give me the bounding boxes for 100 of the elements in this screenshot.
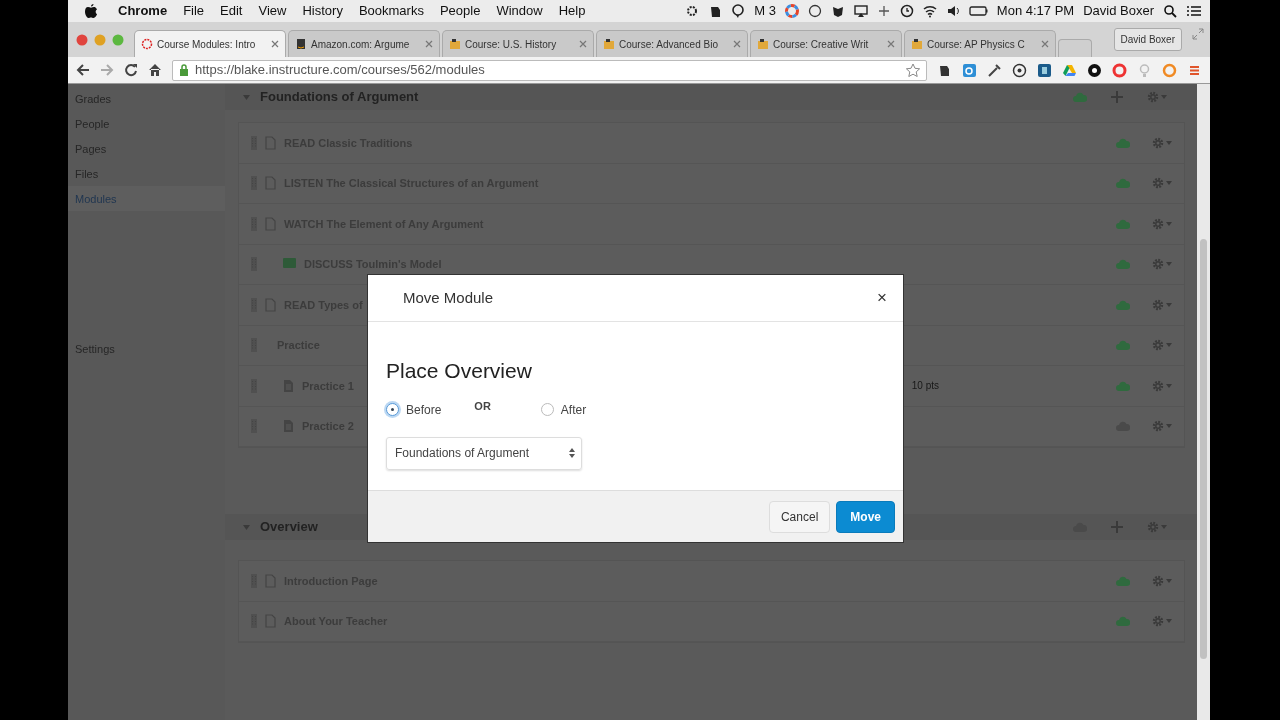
- window-control-icon[interactable]: [76, 33, 88, 46]
- cancel-button[interactable]: Cancel: [768, 500, 831, 533]
- close-button[interactable]: ×: [877, 285, 887, 311]
- airplay-icon[interactable]: [853, 4, 868, 18]
- drag-handle-icon[interactable]: [251, 257, 257, 272]
- move-button[interactable]: Move: [836, 500, 895, 533]
- gear-menu-button[interactable]: [1152, 298, 1172, 311]
- menu-item[interactable]: Edit: [212, 1, 251, 21]
- browser-tab[interactable]: Course: Creative Writ: [750, 30, 902, 57]
- drag-handle-icon[interactable]: [251, 135, 257, 150]
- cloud-icon[interactable]: [1116, 379, 1130, 392]
- close-icon[interactable]: [271, 40, 279, 48]
- menu-item[interactable]: Help: [550, 1, 594, 21]
- menubar-clock[interactable]: Mon 4:17 PM: [996, 1, 1075, 21]
- apple-icon[interactable]: [84, 3, 98, 19]
- gear-menu-button[interactable]: [1152, 420, 1172, 433]
- browser-tab[interactable]: Course: U.S. History: [442, 30, 594, 57]
- window-control-icon[interactable]: [94, 33, 106, 46]
- lifebuoy-icon[interactable]: [1112, 62, 1127, 78]
- address-bar[interactable]: https://blake.instructure.com/courses/562/modules: [172, 59, 927, 81]
- gear-menu-button[interactable]: [1152, 339, 1172, 352]
- gear-menu-button[interactable]: [1147, 521, 1167, 533]
- browser-tab[interactable]: Amazon.com: Argume: [288, 30, 440, 57]
- caret-icon[interactable]: [243, 94, 250, 100]
- window-control-icon[interactable]: [112, 33, 124, 46]
- drag-handle-icon[interactable]: [251, 297, 257, 312]
- cloud-icon[interactable]: [1116, 136, 1130, 149]
- menu-item[interactable]: Window: [488, 1, 551, 21]
- drive-icon[interactable]: [1062, 62, 1077, 78]
- back-icon[interactable]: [76, 63, 90, 77]
- battery-icon[interactable]: [968, 4, 988, 18]
- drag-handle-icon[interactable]: [251, 338, 257, 353]
- drag-handle-icon[interactable]: [251, 378, 257, 393]
- drag-handle-icon[interactable]: [251, 614, 257, 629]
- star-icon[interactable]: [906, 63, 920, 77]
- profile-button[interactable]: David Boxer: [1113, 28, 1182, 51]
- scrollbar-thumb[interactable]: [1200, 239, 1207, 659]
- cloud-icon[interactable]: [1116, 298, 1130, 311]
- gear-menu-button[interactable]: [1152, 379, 1172, 392]
- color-wheel-icon[interactable]: [784, 4, 799, 18]
- plus-icon[interactable]: [876, 4, 891, 18]
- drag-handle-icon[interactable]: [251, 176, 257, 191]
- home-icon[interactable]: [148, 63, 162, 77]
- gear-menu-button[interactable]: [1147, 91, 1167, 103]
- cloud-icon[interactable]: [1116, 615, 1130, 628]
- gear-menu-button[interactable]: [1152, 177, 1172, 190]
- radio-button[interactable]: [386, 403, 399, 416]
- chat-icon[interactable]: [731, 4, 746, 18]
- menu-item[interactable]: File: [175, 1, 213, 21]
- browser-tab[interactable]: Course Modules: Intro: [134, 30, 286, 57]
- cloud-icon[interactable]: [1073, 91, 1087, 103]
- cloud-icon[interactable]: [1116, 217, 1130, 230]
- plus-icon[interactable]: [1111, 91, 1123, 103]
- menu-icon[interactable]: [1186, 4, 1202, 18]
- reload-icon[interactable]: [124, 63, 138, 77]
- close-icon[interactable]: [579, 40, 587, 48]
- menu-item[interactable]: History: [294, 1, 351, 21]
- close-icon[interactable]: [733, 40, 741, 48]
- close-icon[interactable]: [887, 40, 895, 48]
- volume-icon[interactable]: [945, 4, 960, 18]
- close-icon[interactable]: [1041, 40, 1049, 48]
- app-menu[interactable]: Chrome: [110, 1, 176, 21]
- cloud-icon[interactable]: [1116, 574, 1130, 587]
- fullscreen-icon[interactable]: [1192, 27, 1204, 40]
- browser-tab[interactable]: Course: Advanced Bio: [596, 30, 748, 57]
- circle-icon[interactable]: [1087, 62, 1102, 78]
- target-icon[interactable]: [1012, 62, 1027, 78]
- browser-tab[interactable]: Course: AP Physics C: [904, 30, 1056, 57]
- caret-icon[interactable]: [243, 524, 250, 530]
- drag-handle-icon[interactable]: [251, 573, 257, 588]
- bulb-icon[interactable]: [1137, 62, 1152, 78]
- d-logo-icon[interactable]: [962, 62, 977, 78]
- mail-badge[interactable]: M 3: [754, 1, 776, 21]
- gear-menu-button[interactable]: [1152, 574, 1172, 587]
- drag-handle-icon[interactable]: [251, 419, 257, 434]
- gear-menu-button[interactable]: [1152, 258, 1172, 271]
- menu-item[interactable]: Bookmarks: [350, 1, 432, 21]
- module-select[interactable]: Foundations of Argument: [386, 436, 582, 470]
- new-tab-button[interactable]: [1058, 39, 1092, 57]
- s-logo-icon[interactable]: [1037, 62, 1052, 78]
- plus-icon[interactable]: [1111, 521, 1123, 533]
- gear-menu-button[interactable]: [1152, 136, 1172, 149]
- search-icon[interactable]: [1163, 4, 1177, 18]
- radio-option[interactable]: After: [540, 400, 587, 419]
- close-icon[interactable]: [425, 40, 433, 48]
- menu-item[interactable]: View: [250, 1, 295, 21]
- cloud-icon[interactable]: [1116, 258, 1130, 271]
- menu-item[interactable]: People: [431, 1, 489, 21]
- forward-icon[interactable]: [100, 63, 114, 77]
- radio-button[interactable]: [540, 403, 554, 416]
- eyedropper-icon[interactable]: [987, 62, 1002, 78]
- drag-handle-icon[interactable]: [251, 216, 257, 231]
- wifi-icon[interactable]: [922, 4, 937, 18]
- gear-menu-button[interactable]: [1152, 217, 1172, 230]
- gear-menu-button[interactable]: [1152, 615, 1172, 628]
- menubar-user[interactable]: David Boxer: [1083, 1, 1154, 21]
- radio-option[interactable]: Before: [386, 400, 442, 419]
- cloud-icon[interactable]: [1116, 177, 1130, 190]
- ring-icon[interactable]: [1162, 62, 1177, 78]
- clock-icon[interactable]: [899, 4, 914, 18]
